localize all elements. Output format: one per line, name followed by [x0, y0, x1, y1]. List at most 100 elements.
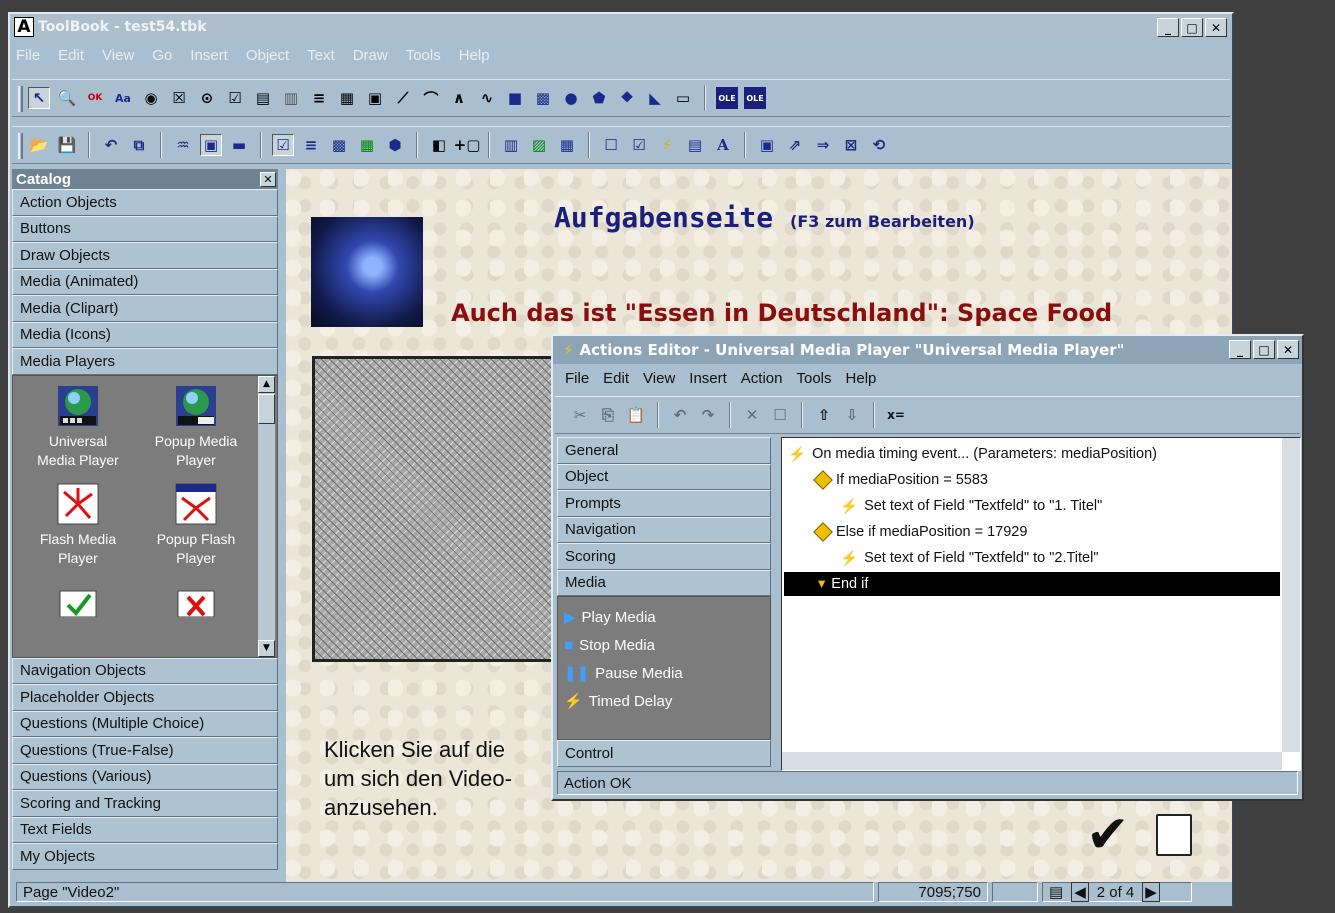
curve-tool-icon[interactable]: ∿: [476, 87, 498, 109]
undo-icon[interactable]: ↶: [100, 134, 122, 156]
author-reader-icon[interactable]: ♒: [172, 134, 194, 156]
next-page-icon[interactable]: ▶: [1142, 882, 1160, 902]
menu-text[interactable]: Text: [305, 47, 337, 67]
media-player-placeholder[interactable]: [312, 356, 562, 662]
ae-category-control[interactable]: Control: [557, 740, 771, 767]
color-tray-icon[interactable]: ▦: [356, 134, 378, 156]
ae-action-pause-media[interactable]: ❚❚ Pause Media: [564, 659, 770, 687]
angle-line-icon[interactable]: ∧: [448, 87, 470, 109]
catalog-item-buttons[interactable]: Buttons: [12, 215, 278, 242]
new-page-icon[interactable]: +▢: [454, 134, 481, 156]
script-vertical-scrollbar[interactable]: [1282, 438, 1300, 752]
button-tool-icon[interactable]: OK: [84, 87, 106, 109]
copy-icon[interactable]: ⎘: [597, 404, 619, 426]
catalog-item-navigation-objects[interactable]: Navigation Objects: [12, 657, 278, 684]
line-tool-icon[interactable]: ⟋: [392, 87, 414, 109]
rectangle-tool-icon[interactable]: ■: [504, 87, 526, 109]
hyperlink-icon[interactable]: ⇗: [784, 134, 806, 156]
grid-icon[interactable]: ▦: [556, 134, 578, 156]
ae-menu-insert[interactable]: Insert: [689, 370, 727, 387]
catalog-item-media-animated[interactable]: Media (Animated): [12, 268, 278, 295]
ae-close-button[interactable]: ✕: [1277, 340, 1299, 359]
script-editor-icon[interactable]: ▤: [684, 134, 706, 156]
previous-page-icon[interactable]: ◀: [1071, 882, 1089, 902]
ae-action-timed-delay[interactable]: ⚡ Timed Delay: [564, 687, 770, 715]
catalog-close-button[interactable]: ✕: [260, 171, 276, 187]
align-icon[interactable]: ≡: [300, 134, 322, 156]
menu-file[interactable]: File: [14, 47, 42, 67]
catalog-scrollbar[interactable]: ▲ ▼: [258, 375, 275, 657]
ae-category-scoring[interactable]: Scoring: [557, 543, 771, 570]
ae-category-navigation[interactable]: Navigation: [557, 516, 771, 543]
checkmark-icon[interactable]: ✔: [1086, 805, 1130, 865]
menu-view[interactable]: View: [100, 47, 136, 67]
book-properties-icon[interactable]: ☐: [600, 134, 622, 156]
field-tool-icon[interactable]: ▤: [252, 87, 274, 109]
catalog-item-media-players[interactable]: Media Players: [12, 348, 278, 375]
properties-icon[interactable]: ☐: [769, 404, 791, 426]
toolbar-grip[interactable]: [18, 86, 23, 112]
pie-tool-icon[interactable]: ◣: [644, 87, 666, 109]
scroll-up-arrow-icon[interactable]: ▲: [258, 375, 275, 393]
font-icon[interactable]: A: [712, 134, 734, 156]
ae-category-general[interactable]: General: [557, 437, 771, 464]
minimize-button[interactable]: _: [1157, 18, 1179, 37]
ellipse-tool-icon[interactable]: ●: [560, 87, 582, 109]
page-icon[interactable]: ◧: [428, 134, 450, 156]
move-down-icon[interactable]: ⇩: [841, 404, 863, 426]
frame-tool-icon[interactable]: ▭: [672, 87, 694, 109]
ae-action-stop-media[interactable]: ■ Stop Media: [564, 631, 770, 659]
catalog-object-flash-media-player[interactable]: Flash Media Player: [19, 482, 137, 568]
resource-icon[interactable]: ▣: [756, 134, 778, 156]
ae-menu-view[interactable]: View: [643, 370, 675, 387]
list-tool-icon[interactable]: ≡: [308, 87, 330, 109]
catalog-item-questions-multiple-choice[interactable]: Questions (Multiple Choice): [12, 710, 278, 737]
zoom-tool-icon[interactable]: 🔍: [56, 87, 78, 109]
page-properties-icon[interactable]: ☑: [628, 134, 650, 156]
move-up-icon[interactable]: ⇧: [813, 404, 835, 426]
catalog-item-placeholder-objects[interactable]: Placeholder Objects: [12, 684, 278, 711]
arc-tool-icon[interactable]: ⌒: [420, 87, 442, 109]
background-icon[interactable]: ▨: [528, 134, 550, 156]
catalog-item-questions-various[interactable]: Questions (Various): [12, 763, 278, 790]
catalog-item-scoring-tracking[interactable]: Scoring and Tracking: [12, 790, 278, 817]
paste-icon[interactable]: 📋: [625, 404, 647, 426]
catalog-item-text-fields[interactable]: Text Fields: [12, 816, 278, 843]
menu-insert[interactable]: Insert: [188, 47, 230, 67]
redo-icon[interactable]: ↷: [697, 404, 719, 426]
script-line[interactable]: ⚡ Set text of Field "Textfeld" to "1. Tit…: [840, 494, 1102, 518]
shape-icon[interactable]: ⬢: [384, 134, 406, 156]
text-tool-icon[interactable]: Aa: [112, 87, 134, 109]
polygon-tool-icon[interactable]: ⬟: [588, 87, 610, 109]
palette-icon[interactable]: ▩: [328, 134, 350, 156]
script-line-selected[interactable]: ▾ End if: [784, 572, 1280, 596]
ae-script-pane[interactable]: ⚡ On media timing event... (Parameters: m…: [781, 437, 1301, 771]
undo-icon[interactable]: ↶: [669, 404, 691, 426]
ae-category-prompts[interactable]: Prompts: [557, 490, 771, 517]
scroll-down-arrow-icon[interactable]: ▼: [258, 639, 275, 657]
catalog-object-popup-flash-player[interactable]: Popup Flash Player: [137, 482, 255, 568]
actions-editor-icon[interactable]: ⚡: [656, 134, 678, 156]
ae-action-play-media[interactable]: ▶ Play Media: [564, 603, 770, 631]
catalog-item-my-objects[interactable]: My Objects: [12, 843, 278, 870]
radio-button-tool-icon[interactable]: ⊙: [196, 87, 218, 109]
export-icon[interactable]: ⊠: [840, 134, 862, 156]
viewer-icon[interactable]: ▥: [500, 134, 522, 156]
ole-object-icon[interactable]: OLE: [716, 87, 738, 109]
save-icon[interactable]: 💾: [56, 134, 78, 156]
radio-tool-icon[interactable]: ◉: [140, 87, 162, 109]
toolbar-grip[interactable]: [18, 133, 23, 159]
publish-icon[interactable]: ⟲: [868, 134, 890, 156]
page-icon[interactable]: ▤: [1049, 883, 1063, 901]
script-line[interactable]: Else if mediaPosition = 17929: [813, 520, 1027, 544]
scroll-thumb[interactable]: [258, 393, 275, 424]
actions-editor-title-bar[interactable]: ⚡ Actions Editor - Universal Media Playe…: [553, 336, 1302, 364]
catalog-object-popup-media-player[interactable]: Popup Media Player: [137, 384, 255, 470]
ae-minimize-button[interactable]: _: [1229, 340, 1251, 359]
pointer-tool-icon[interactable]: ↖: [28, 87, 50, 109]
irregular-polygon-icon[interactable]: ⯁: [616, 87, 638, 109]
menu-object[interactable]: Object: [244, 47, 291, 67]
catalog-item-media-clipart[interactable]: Media (Clipart): [12, 295, 278, 322]
ae-menu-file[interactable]: File: [565, 370, 589, 387]
menu-draw[interactable]: Draw: [351, 47, 390, 67]
